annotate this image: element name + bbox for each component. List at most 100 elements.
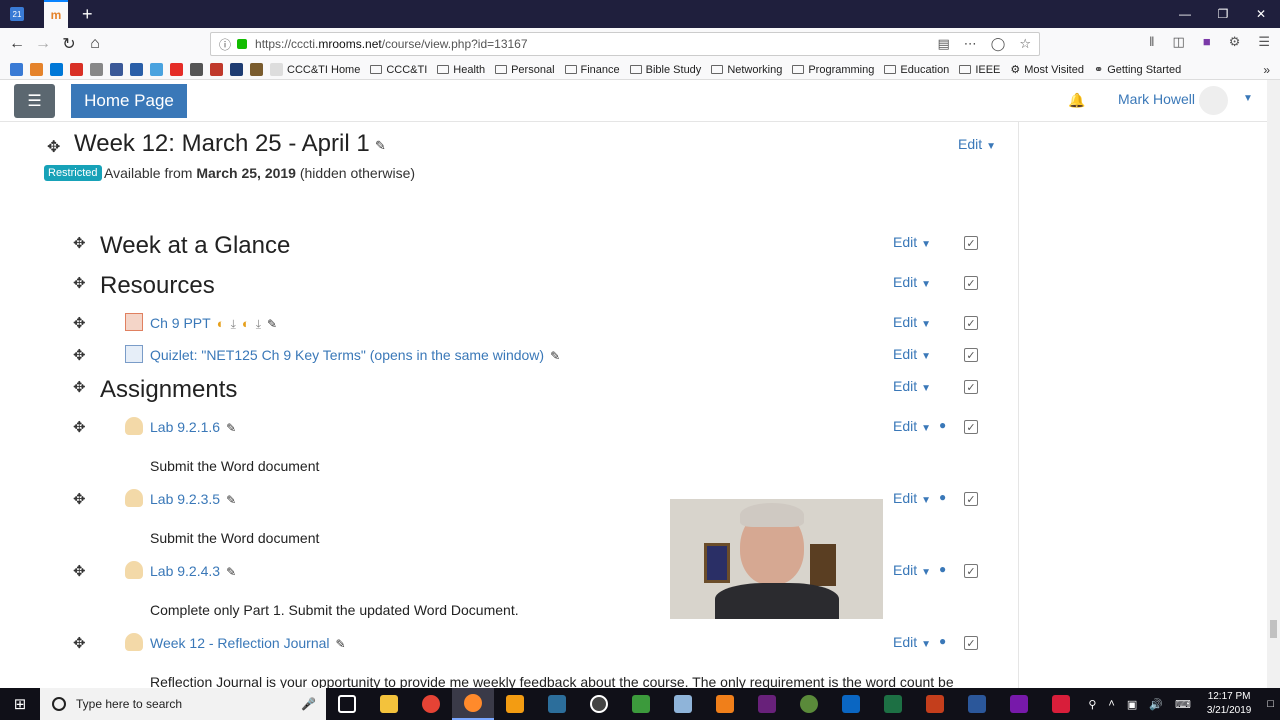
app-icon[interactable] <box>704 688 746 720</box>
pencil-icon[interactable]: ✎ <box>226 565 236 579</box>
download-icon[interactable]: ⤓ <box>256 317 261 331</box>
app-icon[interactable] <box>662 688 704 720</box>
group-mode-icon[interactable]: ● <box>939 634 946 648</box>
home-icon[interactable]: ⌂ <box>82 31 108 57</box>
bookmark-icon[interactable] <box>30 63 43 76</box>
library-icon[interactable]: ‖ <box>1149 34 1154 50</box>
browser-tab-active[interactable]: m <box>44 0 68 28</box>
bookmark-folder-ieee[interactable]: IEEE <box>959 64 1000 76</box>
powerpoint-icon[interactable] <box>914 688 956 720</box>
bookmark-folder-networking[interactable]: Networking <box>711 64 782 76</box>
pencil-icon[interactable]: ✎ <box>336 637 346 651</box>
nav-drawer-button[interactable]: ☰ <box>14 84 55 118</box>
week-edit-menu[interactable]: Edit ▼ <box>958 136 996 152</box>
extension-icon[interactable]: ⚙ <box>1229 34 1241 50</box>
bookmark-icon[interactable] <box>90 63 103 76</box>
group-mode-icon[interactable]: ● <box>939 418 946 432</box>
info-icon[interactable]: ⓘ <box>219 36 231 53</box>
bookmark-star-icon[interactable]: ☆ <box>1019 36 1031 52</box>
move-icon[interactable]: ✥ <box>73 314 86 332</box>
onenote-ext-icon[interactable]: ■ <box>1203 34 1211 50</box>
visual-studio-icon[interactable] <box>746 688 788 720</box>
move-icon[interactable]: ✥ <box>73 418 86 436</box>
download-icon[interactable]: ⤓ <box>231 317 236 331</box>
chrome-icon[interactable] <box>410 688 452 720</box>
calendar-app-icon[interactable]: 21 <box>10 7 24 21</box>
app-icon[interactable] <box>830 688 872 720</box>
activity-link[interactable]: Lab 9.2.4.3 ✎ <box>150 563 236 579</box>
move-icon[interactable]: ✥ <box>73 562 86 580</box>
menu-icon[interactable]: ☰ <box>1258 34 1270 50</box>
activity-link[interactable]: Lab 9.2.3.5 ✎ <box>150 491 236 507</box>
edit-menu[interactable]: Edit ▼ <box>893 314 931 330</box>
gmail-icon[interactable] <box>70 63 83 76</box>
url-bar[interactable]: ⓘ https://cccti.mrooms.net/course/view.p… <box>210 32 1040 56</box>
edit-menu[interactable]: Edit ▼ <box>893 274 931 290</box>
app-icon[interactable] <box>1040 688 1082 720</box>
bookmark-icon[interactable] <box>230 63 243 76</box>
sidebar-icon[interactable]: ◫ <box>1173 34 1185 50</box>
bookmarks-overflow-icon[interactable]: » <box>1263 63 1270 77</box>
bookmark-icon[interactable] <box>210 63 223 76</box>
bookmark-folder-programming[interactable]: Programming <box>792 64 874 76</box>
completion-checkbox[interactable]: ✓ <box>964 636 978 650</box>
bookmark-icon[interactable] <box>250 63 263 76</box>
activity-link[interactable]: Week 12 - Reflection Journal ✎ <box>150 635 346 651</box>
move-icon[interactable]: ✥ <box>73 490 86 508</box>
reader-view-icon[interactable]: ▤ <box>937 36 949 52</box>
bookmark-folder-health[interactable]: Health <box>437 64 485 76</box>
activity-link[interactable]: Quizlet: "NET125 Ch 9 Key Terms" (opens … <box>150 347 560 363</box>
restore-icon[interactable]: ❐ <box>1204 0 1242 28</box>
bookmark-folder-ccti[interactable]: CCC&TI <box>370 64 427 76</box>
bookmark-folder-education[interactable]: Education <box>884 64 949 76</box>
completion-checkbox[interactable]: ✓ <box>964 236 978 250</box>
bookmark-folder-personal[interactable]: Personal <box>495 64 555 76</box>
app-icon[interactable] <box>620 688 662 720</box>
page-actions-icon[interactable]: ⋯ <box>964 36 977 52</box>
bookmark-getting-started[interactable]: ⚭ Getting Started <box>1094 63 1181 77</box>
excel-icon[interactable] <box>872 688 914 720</box>
app-icon[interactable] <box>578 688 620 720</box>
close-window-icon[interactable]: ✕ <box>1242 0 1280 28</box>
pencil-icon[interactable]: ✎ <box>226 493 236 507</box>
new-tab-icon[interactable]: + <box>82 4 93 25</box>
taskbar-search-input[interactable]: Type here to search 🎤 <box>40 688 326 720</box>
completion-checkbox[interactable]: ✓ <box>964 380 978 394</box>
people-icon[interactable]: ⚲ <box>1088 698 1096 711</box>
facebook-icon[interactable] <box>110 63 123 76</box>
group-mode-icon[interactable]: ● <box>939 562 946 576</box>
minimize-icon[interactable]: — <box>1166 0 1204 28</box>
word-icon[interactable] <box>956 688 998 720</box>
completion-checkbox[interactable]: ✓ <box>964 348 978 362</box>
completion-checkbox[interactable]: ✓ <box>964 316 978 330</box>
move-icon[interactable]: ✥ <box>73 378 86 396</box>
task-view-icon[interactable] <box>326 688 368 720</box>
pencil-icon[interactable]: ✎ <box>375 138 386 154</box>
edit-menu[interactable]: Edit ▼ <box>893 234 931 250</box>
firefox-icon[interactable] <box>452 688 494 720</box>
avatar[interactable] <box>1199 86 1228 115</box>
app-icon[interactable] <box>536 688 578 720</box>
page-scrollbar[interactable] <box>1267 80 1280 688</box>
bookmark-icon[interactable] <box>10 63 23 76</box>
app-icon[interactable] <box>494 688 536 720</box>
pencil-icon[interactable]: ✎ <box>550 349 560 363</box>
move-icon[interactable]: ✥ <box>73 274 86 292</box>
bookmark-icon[interactable] <box>270 63 283 76</box>
bookmark-ccti-home[interactable]: CCC&TI Home <box>287 64 360 76</box>
back-icon[interactable]: ← <box>4 31 30 57</box>
completion-checkbox[interactable]: ✓ <box>964 276 978 290</box>
edit-menu[interactable]: Edit ▼ <box>893 490 931 506</box>
onenote-icon[interactable] <box>998 688 1040 720</box>
ime-icon[interactable]: ⌨ <box>1175 698 1191 711</box>
bookmark-icon[interactable] <box>190 63 203 76</box>
completion-checkbox[interactable]: ✓ <box>964 564 978 578</box>
activity-link[interactable]: Lab 9.2.1.6 ✎ <box>150 419 236 435</box>
edit-menu[interactable]: Edit ▼ <box>893 378 931 394</box>
volume-icon[interactable]: 🔊 <box>1149 698 1163 711</box>
bookmark-most-visited[interactable]: ⚙ Most Visited <box>1010 63 1084 77</box>
edit-menu[interactable]: Edit ▼ <box>893 562 931 578</box>
completion-checkbox[interactable]: ✓ <box>964 420 978 434</box>
network-icon[interactable]: ▣ <box>1127 698 1137 711</box>
taskbar-clock[interactable]: 12:17 PM 3/21/2019 <box>1207 690 1252 718</box>
